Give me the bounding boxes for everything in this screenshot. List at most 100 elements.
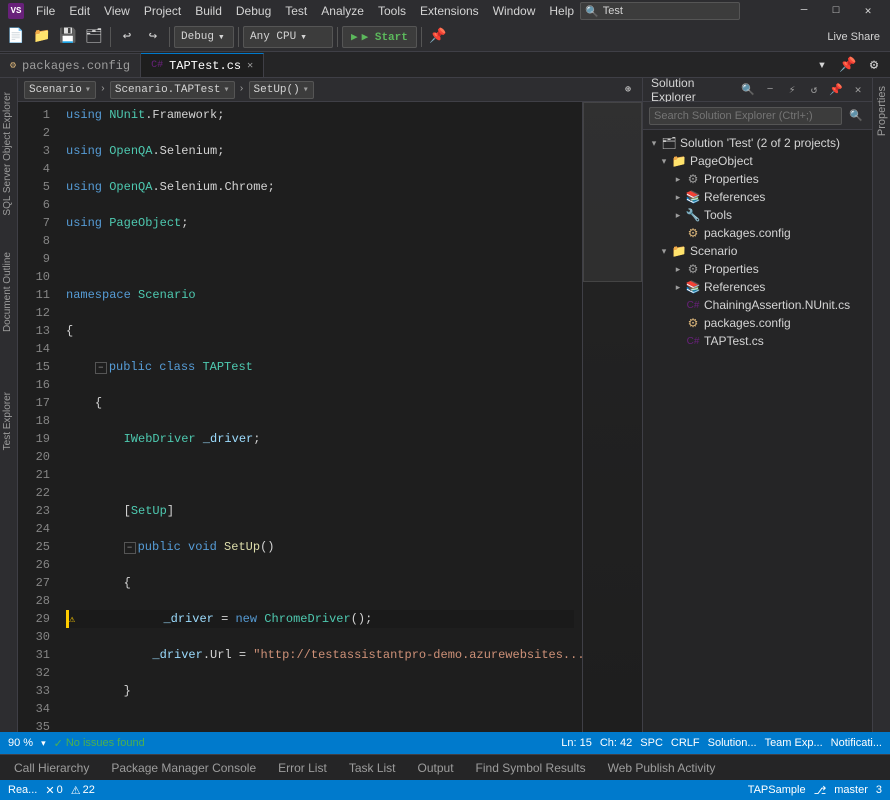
tab-packages-config[interactable]: ⚙ packages.config [0, 53, 141, 77]
close-button[interactable]: ✕ [854, 0, 882, 22]
title-search[interactable]: 🔍 Test [580, 2, 740, 20]
props2-chevron[interactable]: ▸ [671, 262, 685, 276]
menu-test[interactable]: Test [279, 2, 313, 20]
tab-error-list[interactable]: Error List [268, 756, 337, 780]
namespace-arrow: ▾ [85, 84, 91, 96]
scenario-chevron[interactable]: ▾ [657, 244, 671, 258]
save-button[interactable]: 💾 [56, 25, 80, 49]
class-dropdown[interactable]: Scenario.TAPTest ▾ [110, 81, 235, 99]
minimap[interactable] [582, 102, 642, 732]
zoom-dropdown-icon[interactable]: ▾ [41, 738, 46, 749]
tree-solution[interactable]: ▾ 🗂 Solution 'Test' (2 of 2 projects) [643, 134, 872, 152]
menu-analyze[interactable]: Analyze [315, 2, 370, 20]
team-explorer-tab-btn[interactable]: Team Exp... [765, 737, 823, 749]
maximize-button[interactable]: □ [822, 0, 850, 22]
git-master[interactable]: master [834, 784, 868, 796]
tab-taptest-cs-label: TAPTest.cs [169, 59, 241, 73]
editor-nav-bar: Scenario ▾ › Scenario.TAPTest ▾ › SetUp(… [18, 78, 642, 102]
sql-explorer-label[interactable]: SQL Server Object Explorer [0, 88, 15, 220]
se-collapse-btn[interactable]: − [760, 80, 780, 100]
namespace-dropdown[interactable]: Scenario ▾ [24, 81, 96, 99]
tab-task-list[interactable]: Task List [339, 756, 406, 780]
save-all-button[interactable]: 🗂 [82, 25, 106, 49]
live-share-button[interactable]: Live Share [821, 25, 886, 49]
tree-references-1[interactable]: ▸ 📚 References [643, 188, 872, 206]
start-button[interactable]: ▶ ▶ Start [342, 26, 417, 48]
redo-button[interactable]: ↪ [141, 25, 165, 49]
scenario-folder-icon: 📁 [671, 243, 687, 259]
undo-button[interactable]: ↩ [115, 25, 139, 49]
tab-list-button[interactable]: ▾ [810, 53, 834, 77]
tree-tools[interactable]: ▸ 🔧 Tools [643, 206, 872, 224]
ref2-chevron[interactable]: ▸ [671, 280, 685, 294]
spc-indicator[interactable]: SPC [640, 737, 663, 749]
menu-window[interactable]: Window [487, 2, 542, 20]
menu-edit[interactable]: Edit [63, 2, 96, 20]
solution-chevron[interactable]: ▾ [647, 136, 661, 150]
se-pin-btn[interactable]: 📌 [826, 80, 846, 100]
props1-chevron[interactable]: ▸ [671, 172, 685, 186]
code-editor[interactable]: 12345 678910 1112131415 1617181920 21222… [18, 102, 642, 732]
tab-call-hierarchy[interactable]: Call Hierarchy [4, 756, 99, 780]
notifications-tab-btn[interactable]: Notificati... [831, 737, 882, 749]
tab-web-publish[interactable]: Web Publish Activity [598, 756, 726, 780]
tree-scenario[interactable]: ▾ 📁 Scenario [643, 242, 872, 260]
se-search-btn[interactable]: 🔍 [738, 80, 758, 100]
tree-taptest[interactable]: ▸ C# TAPTest.cs [643, 332, 872, 350]
method-dropdown[interactable]: SetUp() ▾ [249, 81, 314, 99]
tab-taptest-cs[interactable]: C# TAPTest.cs ✕ [141, 53, 264, 77]
menu-tools[interactable]: Tools [372, 2, 412, 20]
attach-button[interactable]: 📌 [426, 25, 450, 49]
tab-settings-button[interactable]: ⚙ [862, 53, 886, 77]
tree-pageobject[interactable]: ▾ 📁 PageObject [643, 152, 872, 170]
menu-file[interactable]: File [30, 2, 61, 20]
properties-vertical-label[interactable]: Properties [874, 82, 890, 140]
notification-count[interactable]: 3 [876, 784, 882, 796]
tree-packages-1[interactable]: ⚙ packages.config [643, 224, 872, 242]
solution-tab-btn[interactable]: Solution... [708, 737, 757, 749]
tab-pin-button[interactable]: 📌 [836, 53, 860, 77]
test-explorer-label[interactable]: Test Explorer [0, 388, 15, 454]
open-file-button[interactable]: 📁 [30, 25, 54, 49]
se-close-btn[interactable]: ✕ [848, 80, 868, 100]
chaining-label: ChainingAssertion.NUnit.cs [704, 298, 850, 312]
tab-output[interactable]: Output [408, 756, 464, 780]
menu-extensions[interactable]: Extensions [414, 2, 485, 20]
menu-project[interactable]: Project [138, 2, 187, 20]
tree-packages-2[interactable]: ▸ ⚙ packages.config [643, 314, 872, 332]
new-file-button[interactable]: 📄 [4, 25, 28, 49]
platform-dropdown[interactable]: Any CPU ▾ [243, 26, 333, 48]
menu-debug[interactable]: Debug [230, 2, 277, 20]
menu-view[interactable]: View [98, 2, 136, 20]
toolbar-separator-4 [337, 27, 338, 47]
se-search-go[interactable]: 🔍 [846, 106, 866, 126]
pageobject-chevron[interactable]: ▾ [657, 154, 671, 168]
ref1-chevron[interactable]: ▸ [671, 190, 685, 204]
git-branch-icon: ⎇ [814, 784, 827, 797]
tab-package-manager[interactable]: Package Manager Console [101, 756, 266, 780]
warning-count-value: 22 [83, 784, 95, 796]
branch-name[interactable]: TAPSample [748, 784, 806, 796]
tree-references-2[interactable]: ▸ 📚 References [643, 278, 872, 296]
menu-build[interactable]: Build [189, 2, 228, 20]
se-refresh-btn[interactable]: ↺ [804, 80, 824, 100]
code-content[interactable]: using NUnit.Framework; using OpenQA.Sele… [58, 102, 582, 732]
minimize-button[interactable]: ─ [790, 0, 818, 22]
tab-find-symbol[interactable]: Find Symbol Results [466, 756, 596, 780]
se-search-input[interactable] [649, 107, 842, 125]
document-outline-label[interactable]: Document Outline [0, 248, 15, 336]
tree-properties-1[interactable]: ▸ ⚙ Properties [643, 170, 872, 188]
tree-chaining[interactable]: ▸ C# ChainingAssertion.NUnit.cs [643, 296, 872, 314]
tab-close-icon[interactable]: ✕ [247, 60, 253, 72]
zoom-level[interactable]: 90 % [8, 737, 33, 749]
debug-config-dropdown[interactable]: Debug ▾ [174, 26, 234, 48]
tree-properties-2[interactable]: ▸ ⚙ Properties [643, 260, 872, 278]
crlf-indicator[interactable]: CRLF [671, 737, 700, 749]
se-tree: ▾ 🗂 Solution 'Test' (2 of 2 projects) ▾ … [643, 130, 872, 732]
nav-extra-button[interactable]: ⊕ [620, 82, 636, 98]
menu-help[interactable]: Help [543, 2, 580, 20]
properties-label-2: Properties [704, 262, 759, 276]
tools-chevron[interactable]: ▸ [671, 208, 685, 222]
se-properties-btn[interactable]: ⚡ [782, 80, 802, 100]
solution-label: Solution 'Test' (2 of 2 projects) [680, 136, 840, 150]
